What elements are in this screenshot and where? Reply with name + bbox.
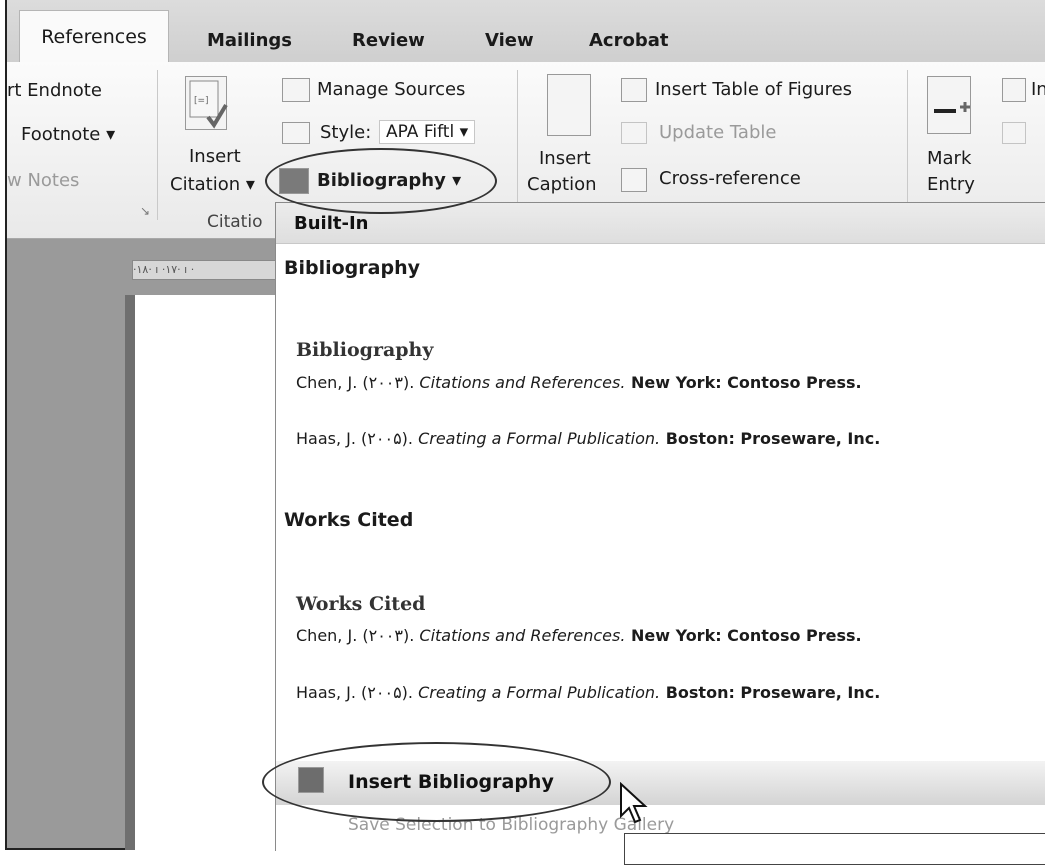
insert-index-icon (1002, 78, 1026, 102)
cross-reference-button[interactable]: Cross-reference (659, 168, 801, 189)
tab-references[interactable]: References (19, 10, 169, 62)
gallery-header-label: Built-In (294, 213, 369, 234)
entry-title: Creating a Formal Publication. (418, 429, 661, 448)
insert-citation-button-label[interactable]: Citation ▾ (170, 174, 255, 195)
tab-acrobat[interactable]: Acrobat (589, 30, 668, 51)
mark-entry-button-label[interactable]: Entry (927, 174, 975, 195)
show-notes-button[interactable]: w Notes (7, 170, 79, 191)
insert-caption-button[interactable]: Insert (539, 148, 591, 169)
insert-citation-button[interactable]: Insert (189, 146, 241, 167)
preview-title: Bibliography (296, 339, 434, 361)
bibliography-entry: Chen, J. (۲۰۰۳). Citations and Reference… (296, 373, 862, 392)
footnote-dialog-launcher-icon[interactable]: ↘ (140, 204, 150, 218)
entry-publisher: Boston: Proseware, Inc. (660, 683, 881, 702)
entry-title: Citations and References. (419, 373, 626, 392)
entry-publisher: New York: Contoso Press. (625, 373, 862, 392)
insert-caption-button-label[interactable]: Caption (527, 174, 597, 195)
bibliography-entry: Haas, J. (۲۰۰۵). Creating a Formal Publi… (296, 429, 880, 448)
style-icon (282, 122, 310, 144)
insert-caption-icon (547, 74, 591, 136)
entry-publisher: New York: Contoso Press. (625, 626, 862, 645)
highlight-oval-bibliography (265, 148, 497, 214)
manage-sources-button[interactable]: Manage Sources (317, 79, 465, 100)
bibliography-entry: Haas, J. (۲۰۰۵). Creating a Formal Publi… (296, 683, 880, 702)
bibliography-entry: Chen, J. (۲۰۰۳). Citations and Reference… (296, 626, 862, 645)
mark-entry-button[interactable]: Mark (927, 148, 971, 169)
style-select[interactable]: APA Fiftl ▾ (379, 120, 476, 144)
insert-citation-icon: [=] (185, 76, 228, 130)
next-footnote-button[interactable]: Footnote ▾ (21, 124, 115, 145)
entry-author: Chen, J. (۲۰۰۳). (296, 626, 420, 645)
update-table-icon (621, 122, 647, 144)
tab-view[interactable]: View (485, 30, 534, 51)
gallery-item-bibliography[interactable]: Bibliography (284, 257, 420, 279)
highlight-oval-insert-bibliography (262, 742, 611, 822)
document-page (135, 295, 277, 850)
ruler: ·۱۸· ı ·۱۷· ı · (132, 260, 284, 280)
gallery-item-works-cited[interactable]: Works Cited (284, 509, 413, 531)
style-label: Style: (320, 122, 372, 143)
entry-author: Chen, J. (۲۰۰۳). (296, 373, 420, 392)
table-of-figures-icon (621, 78, 647, 102)
entry-title: Creating a Formal Publication. (418, 683, 661, 702)
mark-entry-icon (927, 76, 971, 134)
mouse-pointer-icon (620, 782, 648, 824)
mark-entry-glyph-icon (934, 102, 970, 113)
tab-label: References (41, 25, 147, 48)
manage-sources-icon (282, 78, 310, 102)
entry-author: Haas, J. (۲۰۰۵). (296, 429, 419, 448)
tab-review[interactable]: Review (352, 30, 425, 51)
entry-author: Haas, J. (۲۰۰۵). (296, 683, 419, 702)
cross-reference-icon (621, 168, 647, 192)
preview-title: Works Cited (296, 593, 426, 615)
ribbon-tab-bar: References Mailings Review View Acrobat (7, 0, 1045, 62)
tooltip (624, 833, 1045, 865)
tab-mailings[interactable]: Mailings (207, 30, 292, 51)
update-table-button[interactable]: Update Table (659, 122, 776, 143)
entry-publisher: Boston: Proseware, Inc. (660, 429, 881, 448)
svg-text:[=]: [=] (194, 96, 209, 106)
update-index-icon (1002, 122, 1026, 144)
citation-doc-icon: [=] (189, 80, 228, 129)
group-separator (157, 70, 158, 220)
insert-endnote-button[interactable]: rt Endnote (7, 80, 102, 101)
insert-table-of-figures-button[interactable]: Insert Table of Figures (655, 79, 852, 100)
group-separator (907, 70, 908, 220)
insert-index-button[interactable]: In (1031, 79, 1045, 100)
word-window: References Mailings Review View Acrobat … (5, 0, 1045, 865)
citations-group-label: Citatio (207, 212, 263, 232)
group-separator (517, 70, 518, 220)
entry-title: Citations and References. (419, 626, 626, 645)
